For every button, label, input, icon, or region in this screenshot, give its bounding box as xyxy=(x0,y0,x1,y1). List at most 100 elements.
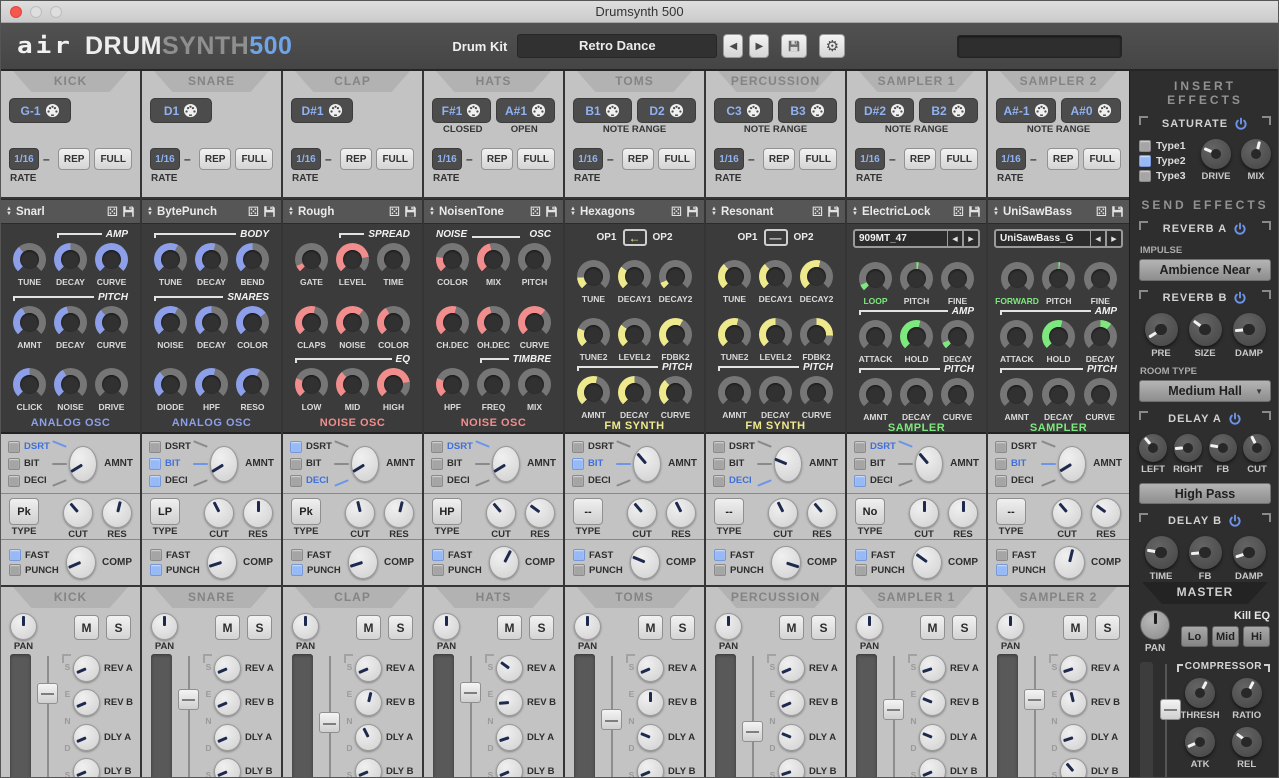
send-dly-b-knob[interactable] xyxy=(778,758,805,778)
full-button[interactable]: FULL xyxy=(517,148,555,170)
send-rev-b-knob[interactable] xyxy=(73,689,100,716)
op-routing-button[interactable]: — xyxy=(764,229,788,246)
engine-knob[interactable] xyxy=(800,318,833,351)
engine-knob[interactable] xyxy=(154,368,187,401)
filter-type-button[interactable]: -- xyxy=(573,498,603,525)
volume-fader[interactable] xyxy=(177,654,201,778)
fader-handle[interactable] xyxy=(178,689,199,710)
full-button[interactable]: FULL xyxy=(940,148,978,170)
note-button[interactable]: A#-1 xyxy=(996,98,1056,123)
comp-knob[interactable] xyxy=(1054,546,1085,579)
engine-knob[interactable] xyxy=(800,376,833,409)
engine-knob[interactable] xyxy=(900,262,933,295)
kit-prev-button[interactable]: ◀ xyxy=(723,34,743,58)
reverb-b-pre-knob[interactable] xyxy=(1145,313,1178,346)
send-dly-b-knob[interactable] xyxy=(1060,758,1087,778)
mute-button[interactable]: M xyxy=(74,615,99,640)
fast-checkbox[interactable] xyxy=(9,549,21,561)
send-rev-a-knob[interactable] xyxy=(355,655,382,682)
engine-knob[interactable] xyxy=(336,368,369,401)
engine-knob[interactable] xyxy=(718,260,751,293)
mute-button[interactable]: M xyxy=(215,615,240,640)
fast-checkbox[interactable] xyxy=(432,549,444,561)
send-rev-b-knob[interactable] xyxy=(496,689,523,716)
engine-knob[interactable] xyxy=(718,318,751,351)
send-rev-a-knob[interactable] xyxy=(73,655,100,682)
engine-knob[interactable] xyxy=(941,378,974,411)
delay-b-damp-knob[interactable] xyxy=(1233,536,1266,569)
deci-checkbox[interactable] xyxy=(149,475,161,487)
deci-checkbox[interactable] xyxy=(854,475,866,487)
send-dly-a-knob[interactable] xyxy=(778,724,805,751)
bit-checkbox[interactable] xyxy=(431,458,443,470)
randomize-dice-icon[interactable]: ⚄ xyxy=(530,205,541,218)
engine-knob[interactable] xyxy=(95,306,128,339)
send-dly-b-knob[interactable] xyxy=(637,758,664,778)
atk-knob[interactable] xyxy=(1185,727,1215,757)
repeat-button[interactable]: REP xyxy=(763,148,796,170)
op-routing-button[interactable]: ← xyxy=(623,229,647,246)
preset-save-icon[interactable] xyxy=(404,205,417,218)
full-button[interactable]: FULL xyxy=(376,148,414,170)
engine-knob[interactable] xyxy=(13,243,46,276)
pan-knob[interactable] xyxy=(10,613,37,640)
engine-knob[interactable] xyxy=(759,318,792,351)
fader-handle[interactable] xyxy=(37,683,58,704)
preset-name[interactable]: Rough xyxy=(298,206,385,218)
pan-knob[interactable] xyxy=(856,613,883,640)
power-icon[interactable] xyxy=(1234,117,1248,131)
mute-button[interactable]: M xyxy=(920,615,945,640)
send-dly-b-knob[interactable] xyxy=(496,758,523,778)
engine-knob[interactable] xyxy=(377,368,410,401)
pan-knob[interactable] xyxy=(433,613,460,640)
punch-checkbox[interactable] xyxy=(150,564,162,576)
engine-knob[interactable] xyxy=(54,243,87,276)
pan-knob[interactable] xyxy=(151,613,178,640)
filter-resonance-knob[interactable] xyxy=(948,498,978,528)
sample-next-button[interactable]: ▶ xyxy=(964,229,980,248)
dsrt-checkbox[interactable] xyxy=(290,441,302,453)
rate-value-button[interactable]: 1/16 xyxy=(291,148,321,170)
solo-button[interactable]: S xyxy=(106,615,131,640)
filter-cutoff-knob[interactable] xyxy=(345,498,375,528)
fader-handle[interactable] xyxy=(460,682,481,703)
crush-amount-knob[interactable] xyxy=(915,446,943,482)
engine-knob[interactable] xyxy=(859,320,892,353)
send-rev-b-knob[interactable] xyxy=(1060,689,1087,716)
comp-knob[interactable] xyxy=(207,546,237,579)
kill-eq-lo-button[interactable]: Lo xyxy=(1181,626,1208,647)
fast-checkbox[interactable] xyxy=(573,549,585,561)
filter-type-button[interactable]: HP xyxy=(432,498,462,525)
engine-knob[interactable] xyxy=(759,376,792,409)
randomize-dice-icon[interactable]: ⚄ xyxy=(812,205,823,218)
sample-name[interactable]: 909MT_47 xyxy=(853,229,948,248)
note-button[interactable]: D1 xyxy=(150,98,212,123)
engine-knob[interactable] xyxy=(900,320,933,353)
comp-knob[interactable] xyxy=(66,546,96,579)
comp-knob[interactable] xyxy=(771,546,801,579)
kit-save-button[interactable] xyxy=(781,34,807,58)
send-rev-a-knob[interactable] xyxy=(637,655,664,682)
impulse-dropdown[interactable]: Ambience Near ▼ xyxy=(1139,259,1271,281)
engine-knob[interactable] xyxy=(95,243,128,276)
comp-knob[interactable] xyxy=(630,546,660,579)
master-fader-handle[interactable] xyxy=(1160,699,1181,720)
engine-knob[interactable] xyxy=(477,368,510,401)
engine-knob[interactable] xyxy=(618,376,651,409)
preset-spinner[interactable]: ▲▼ xyxy=(6,207,12,217)
filter-type-button[interactable]: Pk xyxy=(291,498,321,525)
engine-knob[interactable] xyxy=(195,243,228,276)
pan-knob[interactable] xyxy=(997,613,1024,640)
mute-button[interactable]: M xyxy=(356,615,381,640)
engine-knob[interactable] xyxy=(800,260,833,293)
engine-knob[interactable] xyxy=(236,306,269,339)
sample-name[interactable]: UniSawBass_G xyxy=(994,229,1091,248)
room-type-dropdown[interactable]: Medium Hall ▼ xyxy=(1139,380,1271,402)
punch-checkbox[interactable] xyxy=(855,564,867,576)
delay-a-left-knob[interactable] xyxy=(1139,434,1167,462)
engine-knob[interactable] xyxy=(941,320,974,353)
engine-knob[interactable] xyxy=(659,260,692,293)
engine-knob[interactable] xyxy=(759,260,792,293)
solo-button[interactable]: S xyxy=(529,615,554,640)
crush-amount-knob[interactable] xyxy=(69,446,97,482)
